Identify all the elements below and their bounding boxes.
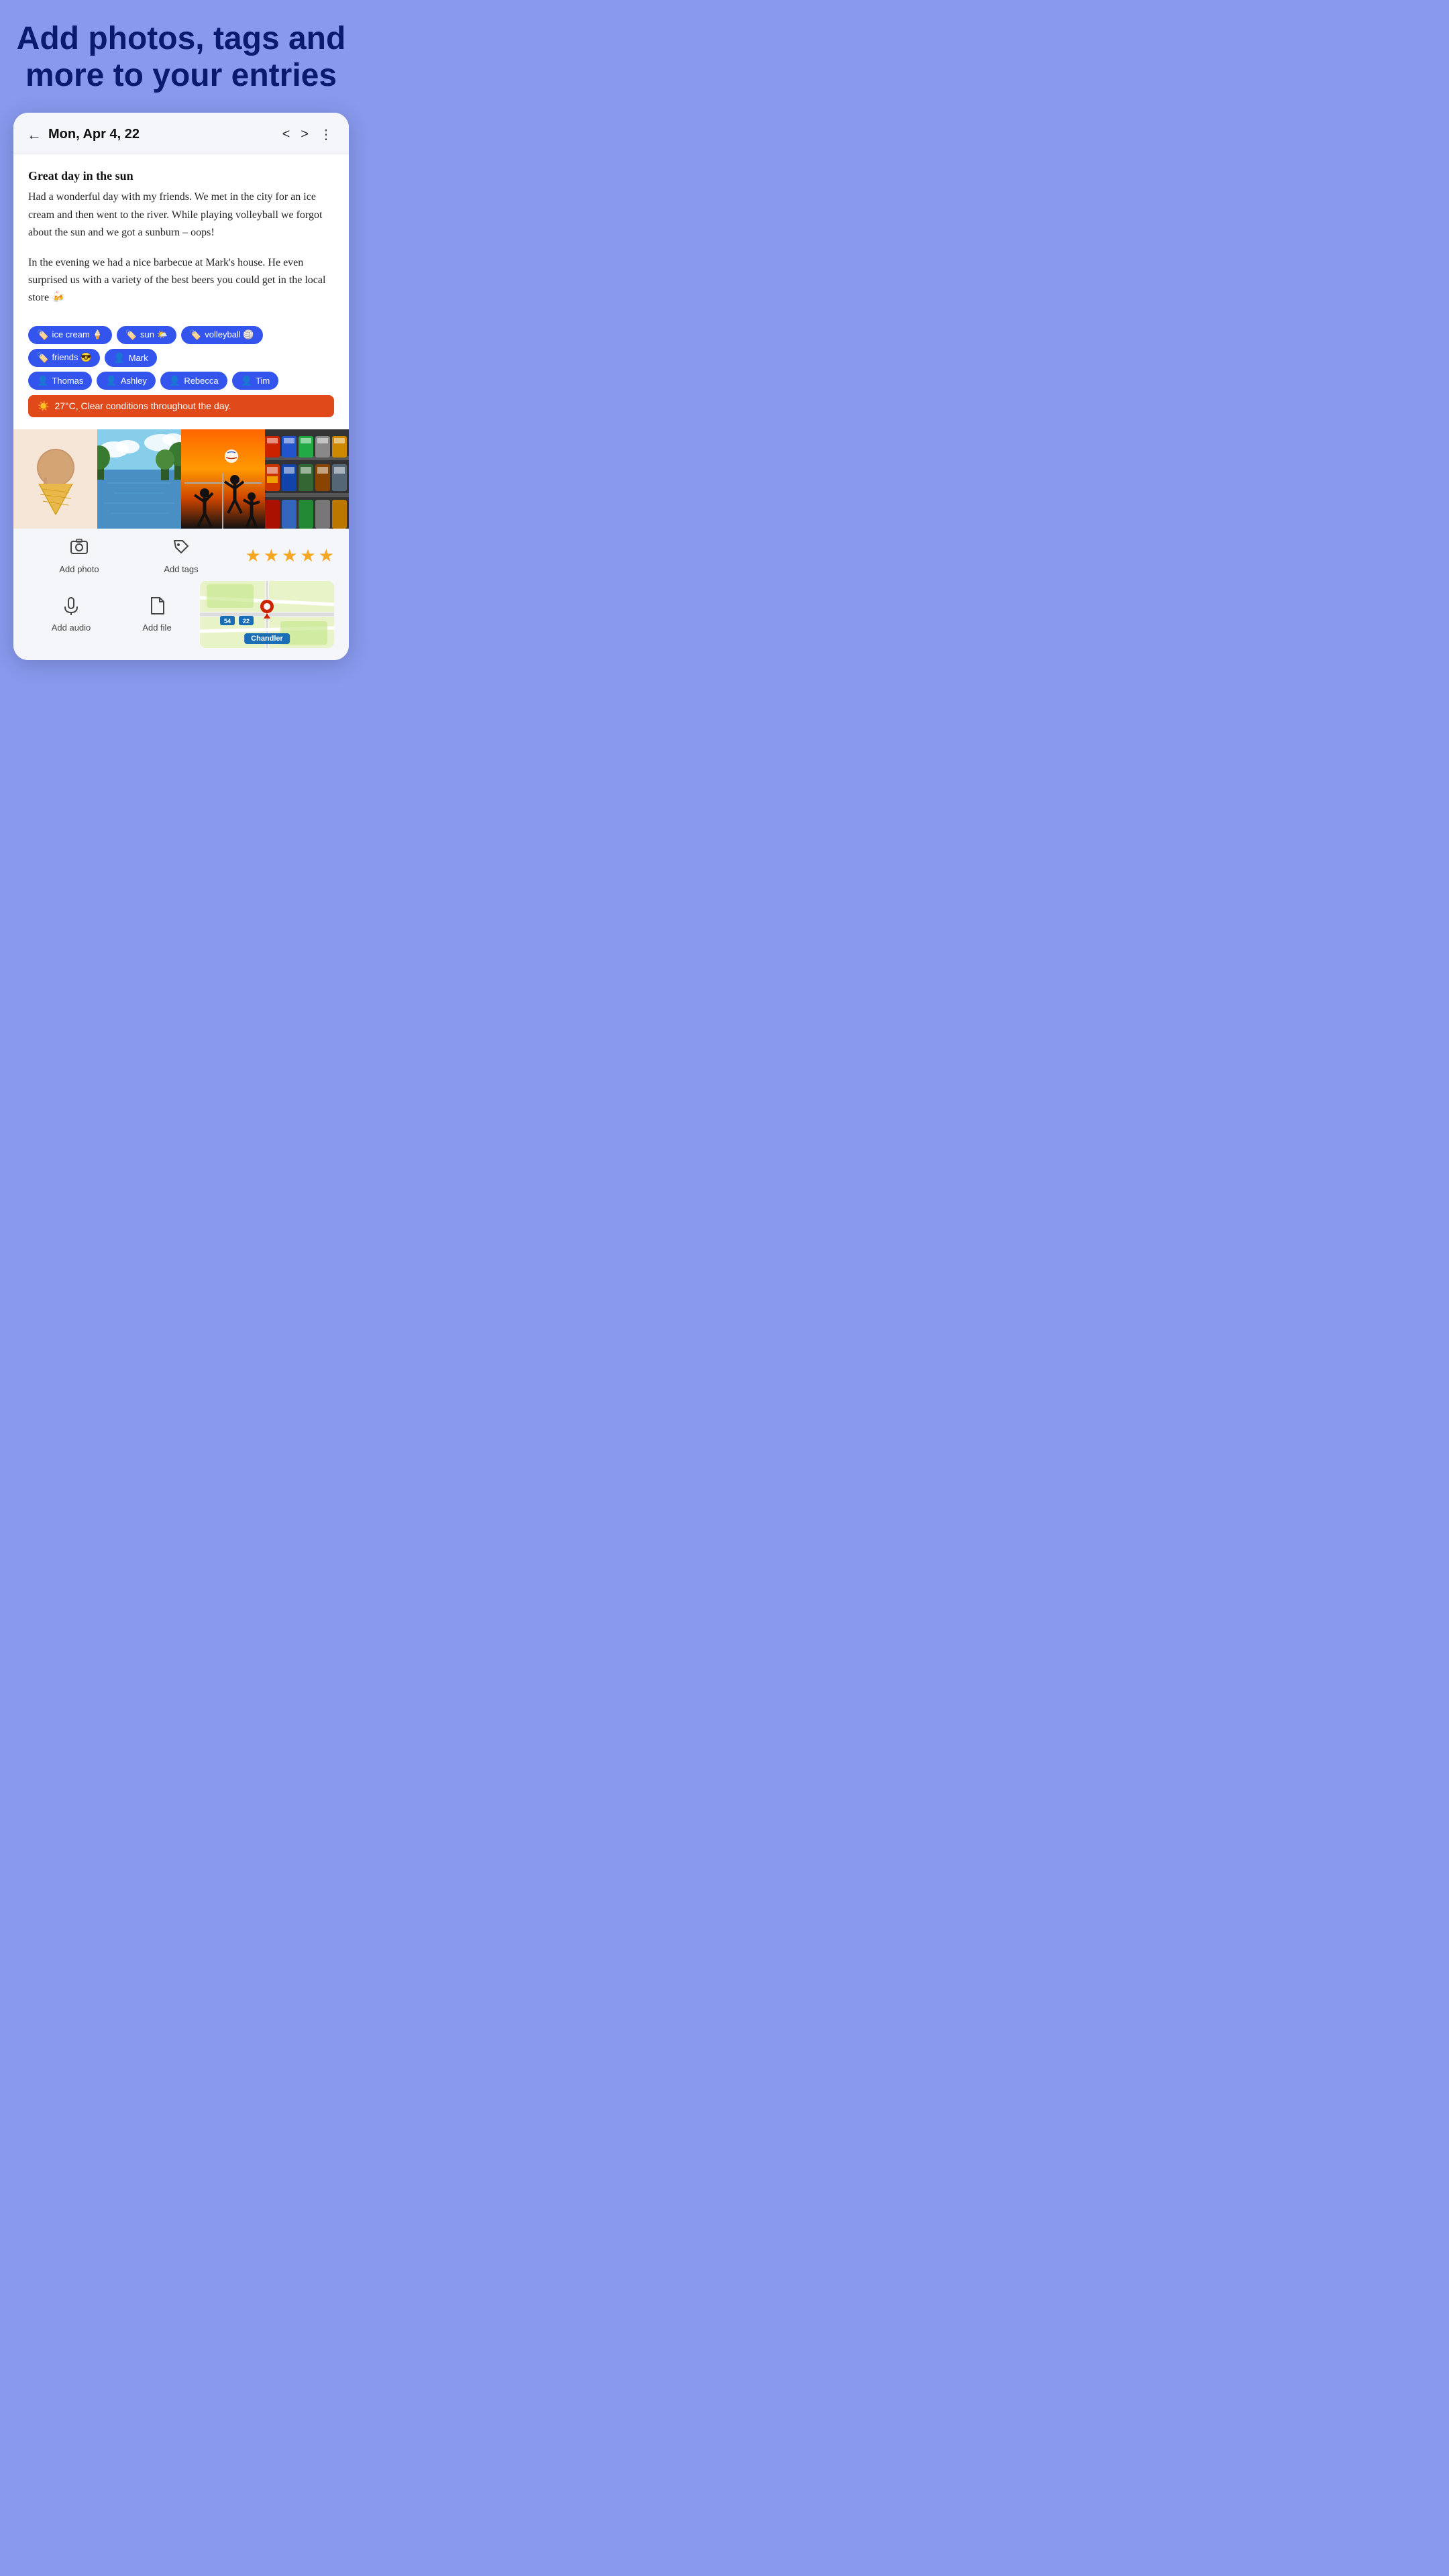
tag-friends[interactable]: 🏷️ friends 😎 [28, 349, 100, 367]
entry-date: Mon, Apr 4, 22 [48, 127, 280, 142]
prev-entry-button[interactable]: < [280, 125, 293, 144]
tag-person-tim[interactable]: 👤 Tim [232, 372, 279, 390]
tag-person-rebecca[interactable]: 👤 Rebecca [160, 372, 227, 390]
entry-body: Great day in the sun Had a wonderful day… [13, 154, 349, 325]
entry-paragraph-1: Had a wonderful day with my friends. We … [28, 189, 334, 241]
add-tags-icon [172, 538, 191, 561]
tag-label: Thomas [52, 376, 83, 386]
person-icon: 👤 [113, 352, 125, 364]
card-header: ← Mon, Apr 4, 22 < > ⋮ [13, 113, 349, 154]
svg-text:54: 54 [224, 618, 231, 625]
star-4[interactable]: ★ [300, 545, 315, 566]
star-5[interactable]: ★ [319, 545, 334, 566]
tag-label: volleyball 🏐 [205, 329, 254, 340]
tags-row-1: 🏷️ ice cream 🍦 🏷️ sun 🌤️ 🏷️ volleyball 🏐… [28, 326, 334, 367]
tag-label: friends 😎 [52, 352, 91, 363]
photos-row [13, 429, 349, 529]
tag-volleyball[interactable]: 🏷️ volleyball 🏐 [181, 326, 263, 344]
add-file-icon [148, 596, 166, 620]
person-icon: 👤 [105, 375, 117, 386]
tags-row-2: 👤 Thomas 👤 Ashley 👤 Rebecca 👤 Tim [28, 372, 334, 390]
star-3[interactable]: ★ [282, 545, 297, 566]
hero-title: Add photos, tags and more to your entrie… [13, 20, 349, 94]
tag-icon: 🏷️ [37, 352, 48, 364]
weather-bar: ☀️ 27°C, Clear conditions throughout the… [28, 395, 334, 417]
person-icon: 👤 [169, 375, 180, 386]
photo-river[interactable] [97, 429, 181, 529]
tag-label: Ashley [121, 376, 147, 386]
tag-icon: 🏷️ [190, 329, 201, 341]
person-icon: 👤 [241, 375, 252, 386]
header-navigation: < > ⋮ [280, 125, 335, 144]
add-tags-button[interactable]: Add tags [130, 538, 232, 574]
tag-label: sun 🌤️ [140, 329, 168, 340]
add-photo-label: Add photo [59, 564, 99, 574]
person-icon: 👤 [37, 375, 48, 386]
tag-label: ice cream 🍦 [52, 329, 103, 340]
star-1[interactable]: ★ [245, 545, 260, 566]
add-photo-icon [70, 538, 89, 561]
journal-card: ← Mon, Apr 4, 22 < > ⋮ Great day in the … [13, 113, 349, 659]
tag-ice-cream[interactable]: 🏷️ ice cream 🍦 [28, 326, 112, 344]
add-tags-label: Add tags [164, 564, 198, 574]
weather-icon: ☀️ [38, 400, 49, 412]
actions-row-1: Add photo Add tags ★ ★ ★ ★ ★ [28, 538, 334, 574]
tag-person-thomas[interactable]: 👤 Thomas [28, 372, 92, 390]
back-button[interactable]: ← [27, 126, 42, 144]
map-location-label: Chandler [244, 633, 290, 644]
actions-row-2: Add audio Add file [28, 581, 334, 648]
entry-title: Great day in the sun [28, 169, 334, 183]
stars-rating[interactable]: ★ ★ ★ ★ ★ [232, 545, 334, 566]
map-thumbnail[interactable]: 54 22 Chandler [200, 581, 334, 648]
photo-volleyball[interactable] [181, 429, 265, 529]
tag-label: Tim [256, 376, 270, 386]
add-photo-button[interactable]: Add photo [28, 538, 130, 574]
tags-area: 🏷️ ice cream 🍦 🏷️ sun 🌤️ 🏷️ volleyball 🏐… [13, 326, 349, 429]
tag-label: Mark [129, 353, 148, 363]
svg-text:22: 22 [243, 618, 250, 625]
entry-paragraph-2: In the evening we had a nice barbecue at… [28, 254, 334, 307]
tag-sun[interactable]: 🏷️ sun 🌤️ [117, 326, 176, 344]
tag-label: Rebecca [184, 376, 218, 386]
next-entry-button[interactable]: > [298, 125, 311, 144]
photo-beers[interactable] [265, 429, 349, 529]
add-file-button[interactable]: Add file [114, 596, 200, 633]
tag-person-ashley[interactable]: 👤 Ashley [97, 372, 155, 390]
add-audio-icon [62, 596, 80, 620]
add-audio-label: Add audio [52, 623, 91, 633]
more-options-button[interactable]: ⋮ [317, 125, 335, 144]
add-audio-button[interactable]: Add audio [28, 596, 114, 633]
add-file-label: Add file [142, 623, 171, 633]
card-actions: Add photo Add tags ★ ★ ★ ★ ★ [13, 529, 349, 660]
weather-text: 27°C, Clear conditions throughout the da… [54, 400, 231, 411]
star-2[interactable]: ★ [264, 545, 279, 566]
tag-person-mark[interactable]: 👤 Mark [105, 349, 156, 367]
tag-icon: 🏷️ [37, 329, 48, 341]
tag-icon: 🏷️ [125, 329, 137, 341]
photo-icecream[interactable] [13, 429, 97, 529]
